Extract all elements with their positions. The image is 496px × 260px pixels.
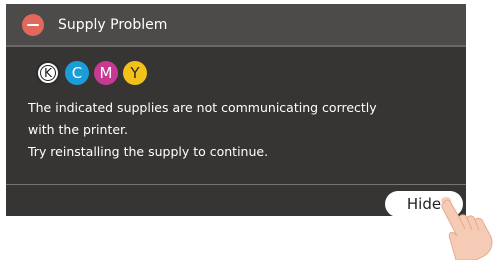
black-supply-letter: K	[40, 65, 56, 81]
dialog-title: Supply Problem	[58, 17, 168, 33]
black-supply-icon: K	[36, 61, 60, 85]
message-line: The indicated supplies are not communica…	[28, 100, 377, 115]
footer-divider	[6, 184, 466, 185]
message-line: with the printer.	[28, 122, 129, 137]
title-divider	[6, 45, 466, 47]
cyan-supply-letter: C	[71, 63, 83, 82]
cyan-supply-icon: C	[65, 61, 89, 85]
pointing-hand-icon	[441, 197, 493, 260]
magenta-supply-letter: M	[99, 63, 113, 82]
supply-problem-dialog: Supply Problem K C M Y The indicated sup…	[6, 4, 466, 217]
supply-indicators: K C M Y	[36, 61, 147, 85]
yellow-supply-letter: Y	[130, 63, 140, 82]
magenta-supply-icon: M	[94, 61, 118, 85]
error-icon	[22, 14, 44, 36]
message-line: Try reinstalling the supply to continue.	[28, 144, 269, 159]
dialog-message: The indicated supplies are not communica…	[28, 97, 448, 163]
title-bar: Supply Problem	[6, 4, 466, 45]
yellow-supply-icon: Y	[123, 61, 147, 85]
